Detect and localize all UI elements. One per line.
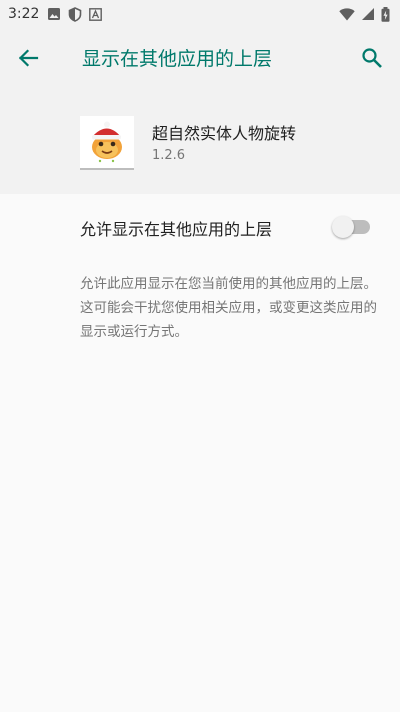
app-header: 超自然实体人物旋转 1.2.6 — [0, 88, 400, 194]
signal-icon — [361, 7, 375, 21]
back-button[interactable] — [12, 42, 44, 74]
app-bar: 显示在其他应用的上层 — [0, 28, 400, 88]
app-version: 1.2.6 — [152, 148, 186, 163]
notification-icons — [47, 6, 103, 22]
image-icon — [47, 7, 61, 21]
permission-toggle-switch[interactable] — [332, 215, 372, 238]
status-time: 3:22 — [8, 6, 40, 22]
permission-description: 允许此应用显示在您当前使用的其他应用的上层。这可能会干扰您使用相关应用，或变更这… — [80, 276, 377, 340]
app-name: 超自然实体人物旋转 — [152, 124, 297, 143]
a-box-icon — [89, 7, 103, 21]
status-right — [339, 6, 390, 22]
app-icon — [80, 116, 134, 170]
status-bar: 3:22 — [0, 0, 400, 28]
arrow-back-icon — [17, 47, 39, 69]
shield-icon — [68, 6, 82, 22]
status-left: 3:22 — [8, 6, 103, 22]
page-title: 显示在其他应用的上层 — [82, 48, 273, 70]
search-icon — [361, 47, 383, 69]
app-icon-image — [80, 116, 134, 168]
permission-toggle-label: 允许显示在其他应用的上层 — [80, 220, 273, 239]
wifi-icon — [339, 7, 355, 21]
toggle-thumb — [332, 216, 354, 238]
search-button[interactable] — [356, 42, 388, 74]
permission-toggle-row[interactable]: 允许显示在其他应用的上层 — [0, 194, 400, 258]
battery-charging-icon — [381, 6, 390, 22]
